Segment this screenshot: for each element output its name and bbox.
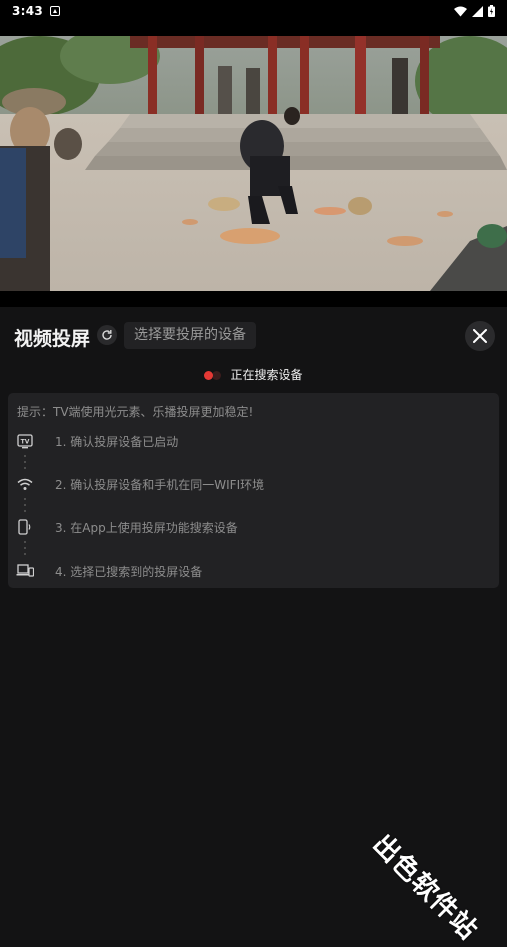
searching-text: 正在搜索设备 [230,368,303,382]
battery-icon [488,5,495,17]
step-connector [24,541,26,555]
step-connector [24,455,26,469]
searching-indicator: 正在搜索设备 [0,366,507,383]
select-device-dropdown[interactable]: 选择要投屏的设备 [124,322,256,349]
wifi-status-icon [454,6,467,16]
watermark: 出色软件站 [366,829,484,946]
status-time: 3:43 [12,4,44,18]
close-button[interactable] [465,321,495,351]
signal-icon [472,5,483,17]
close-icon [473,329,487,343]
tip-step-text: 4. 选择已搜索到的投屏设备 [55,564,203,579]
video-player[interactable] [0,22,507,307]
wifi-icon [16,475,34,493]
svg-text:TV: TV [21,438,30,445]
status-bar: 3:43 [0,0,507,22]
tips-card: 提示：TV端使用光元素、乐播投屏更加稳定! TV 1. 确认投屏设备已启动 2.… [8,393,499,588]
tip-step-text: 3. 在App上使用投屏功能搜索设备 [55,520,238,535]
tip-step-text: 2. 确认投屏设备和手机在同一WIFI环境 [55,477,265,492]
loading-dots [204,370,222,380]
loading-dot-active [204,370,214,380]
devices-icon [16,562,34,580]
refresh-icon [102,330,112,340]
tip-step-2: 2. 确认投屏设备和手机在同一WIFI环境 [16,474,486,494]
video-frame [0,36,507,291]
phone-cast-icon [16,518,34,536]
tv-icon: TV [16,432,34,450]
notification-app-icon [50,6,61,16]
step-connector [24,498,26,512]
refresh-button[interactable] [97,325,117,345]
cast-panel-title: 视频投屏 [14,328,91,350]
tip-step-3: 3. 在App上使用投屏功能搜索设备 [16,517,486,537]
tip-step-text: 1. 确认投屏设备已启动 [55,434,179,449]
tip-step-4: 4. 选择已搜索到的投屏设备 [16,561,486,581]
tip-step-1: TV 1. 确认投屏设备已启动 [16,431,486,451]
tips-hint: 提示：TV端使用光元素、乐播投屏更加稳定! [17,405,254,419]
loading-dot [212,370,222,380]
status-indicators [454,5,495,17]
